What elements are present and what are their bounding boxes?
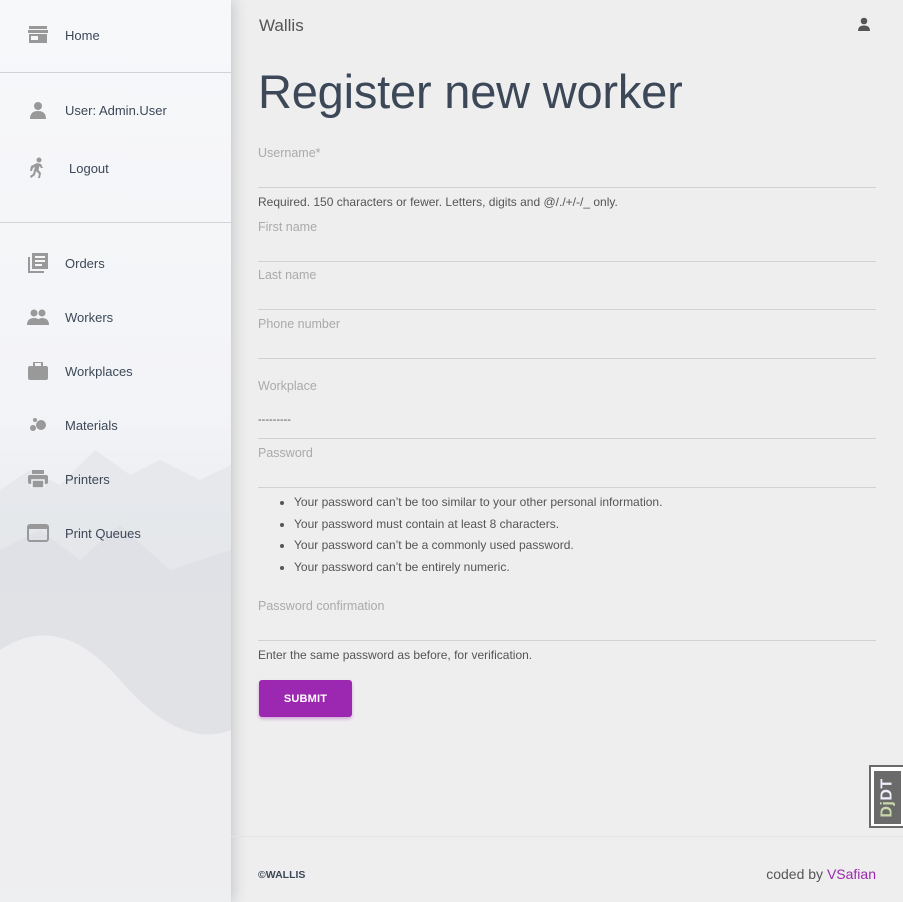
sidebar-item-materials[interactable]: Materials bbox=[0, 405, 231, 445]
footer-copyright: ©WALLIS bbox=[258, 869, 306, 881]
username-input[interactable] bbox=[258, 161, 876, 187]
sidebar-item-label: Orders bbox=[65, 255, 105, 271]
sidebar-item-label: Print Queues bbox=[65, 525, 141, 541]
coded-by-text: coded by bbox=[766, 866, 824, 882]
bubble-chart-icon bbox=[26, 413, 50, 437]
mountain-background-image bbox=[0, 450, 231, 902]
sidebar-item-home[interactable]: Home bbox=[0, 15, 231, 55]
phone-number-label: Phone number bbox=[258, 317, 341, 331]
page-title: Register new worker bbox=[258, 65, 683, 118]
list-item: Your password can’t be a commonly used p… bbox=[294, 537, 662, 559]
footer-credit: coded by VSafian bbox=[766, 866, 876, 882]
work-icon bbox=[26, 359, 50, 383]
workplace-label: Workplace bbox=[258, 379, 317, 393]
people-icon bbox=[26, 305, 50, 329]
djdt-prefix: Dj bbox=[878, 800, 896, 818]
sidebar-divider bbox=[0, 222, 231, 223]
phone-number-input[interactable] bbox=[258, 332, 876, 358]
sidebar-item-user[interactable]: User: Admin.User bbox=[0, 90, 231, 130]
first-name-field[interactable]: First name bbox=[258, 216, 876, 262]
first-name-input[interactable] bbox=[258, 235, 876, 261]
djdt-suffix: DT bbox=[878, 777, 896, 801]
sidebar-divider bbox=[0, 72, 231, 73]
submit-button[interactable]: SUBMIT bbox=[259, 680, 352, 717]
list-item: Your password can’t be entirely numeric. bbox=[294, 559, 662, 581]
sidebar-item-label: Home bbox=[65, 27, 100, 43]
password-label: Password bbox=[258, 446, 313, 460]
last-name-field[interactable]: Last name bbox=[258, 264, 876, 310]
phone-number-field[interactable]: Phone number bbox=[258, 313, 876, 359]
workplace-select[interactable]: Workplace --------- bbox=[258, 375, 876, 439]
sidebar-item-label: Printers bbox=[65, 471, 110, 487]
sidebar-item-print-queues[interactable]: Print Queues bbox=[0, 513, 231, 553]
run-icon bbox=[26, 156, 50, 180]
first-name-label: First name bbox=[258, 220, 318, 234]
django-debug-toolbar-handle[interactable]: DjDT bbox=[869, 765, 903, 828]
username-label: Username* bbox=[258, 146, 321, 160]
sidebar-item-logout[interactable]: Logout bbox=[0, 148, 231, 188]
footer-divider bbox=[231, 836, 903, 837]
store-icon bbox=[26, 23, 50, 47]
sidebar-item-printers[interactable]: Printers bbox=[0, 459, 231, 499]
print-icon bbox=[26, 467, 50, 491]
password-confirmation-input[interactable] bbox=[258, 614, 876, 640]
user-account-icon[interactable] bbox=[855, 16, 873, 34]
sidebar-item-workers[interactable]: Workers bbox=[0, 297, 231, 337]
list-item: Your password must contain at least 8 ch… bbox=[294, 516, 662, 538]
brand-title[interactable]: Wallis bbox=[259, 16, 304, 36]
djdt-logo: DjDT bbox=[874, 771, 901, 824]
person-icon bbox=[26, 98, 50, 122]
password-field[interactable]: Password bbox=[258, 442, 876, 488]
sidebar-item-label: Workplaces bbox=[65, 363, 133, 379]
sidebar-item-workplaces[interactable]: Workplaces bbox=[0, 351, 231, 391]
password-confirmation-label: Password confirmation bbox=[258, 599, 385, 613]
last-name-input[interactable] bbox=[258, 283, 876, 309]
username-help-text: Required. 150 characters or fewer. Lette… bbox=[258, 195, 618, 209]
library-books-icon bbox=[26, 251, 50, 275]
last-name-label: Last name bbox=[258, 268, 317, 282]
sidebar-item-orders[interactable]: Orders bbox=[0, 243, 231, 283]
username-field[interactable]: Username* bbox=[258, 142, 876, 188]
author-link[interactable]: VSafian bbox=[827, 866, 876, 882]
web-asset-icon bbox=[26, 521, 50, 545]
password-confirmation-help-text: Enter the same password as before, for v… bbox=[258, 648, 533, 662]
sidebar-item-label: Workers bbox=[65, 309, 114, 325]
workplace-selected-value[interactable]: --------- bbox=[258, 414, 291, 426]
sidebar-item-label: Logout bbox=[69, 160, 109, 176]
sidebar-item-label: User: Admin.User bbox=[65, 102, 167, 118]
password-confirmation-field[interactable]: Password confirmation bbox=[258, 595, 876, 641]
password-input[interactable] bbox=[258, 461, 876, 487]
list-item: Your password can’t be too similar to yo… bbox=[294, 494, 662, 516]
password-rules-list: Your password can’t be too similar to yo… bbox=[294, 494, 662, 581]
sidebar: Home User: Admin.User Logout Orders Work… bbox=[0, 0, 231, 902]
sidebar-item-label: Materials bbox=[65, 417, 118, 433]
